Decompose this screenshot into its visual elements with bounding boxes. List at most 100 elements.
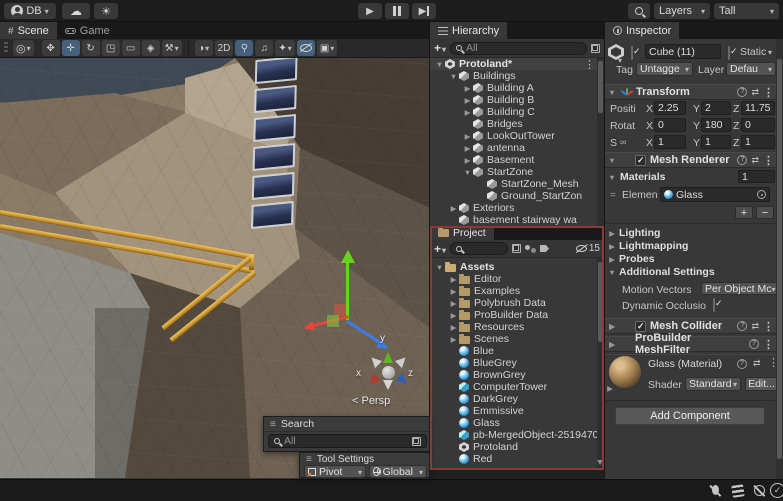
- tool-settings-header[interactable]: Tool Settings: [300, 453, 429, 465]
- add-component-button[interactable]: Add Component: [615, 407, 765, 425]
- rotation-z-field[interactable]: 0: [741, 118, 775, 132]
- audio-toggle-button[interactable]: ♫: [255, 40, 273, 56]
- project-search-input[interactable]: [450, 242, 508, 255]
- active-checkbox[interactable]: [631, 46, 633, 60]
- static-checkbox[interactable]: [728, 46, 730, 60]
- transform-header[interactable]: Transform: [605, 84, 776, 100]
- play-button[interactable]: [358, 3, 382, 19]
- list-item[interactable]: BlueGrey: [430, 357, 597, 369]
- pivot-dropdown[interactable]: Pivot: [304, 465, 366, 478]
- component-enabled-checkbox[interactable]: [635, 321, 646, 332]
- expand-arrow[interactable]: [462, 108, 473, 117]
- list-item[interactable]: BrownGrey: [430, 369, 597, 381]
- hierarchy-search-input[interactable]: All: [450, 42, 587, 55]
- probuilder-meshfilter-header[interactable]: ProBuilder MeshFilter: [605, 336, 776, 352]
- kebab-menu-icon[interactable]: [584, 58, 595, 70]
- static-dropdown-arrow[interactable]: [768, 46, 772, 58]
- tree-item[interactable]: Bridges: [430, 118, 597, 130]
- expand-arrow[interactable]: [448, 311, 459, 320]
- step-button[interactable]: [412, 3, 436, 19]
- gizmo-y-axis[interactable]: [346, 262, 349, 320]
- preset-icon[interactable]: [751, 86, 759, 98]
- scrollbar-thumb[interactable]: [598, 262, 603, 342]
- rotation-x-field[interactable]: 0: [654, 118, 686, 132]
- layers-dropdown[interactable]: Layers: [654, 3, 710, 19]
- search-by-label-button[interactable]: [540, 245, 549, 252]
- rect-tool-button[interactable]: ▭: [122, 40, 140, 56]
- foldout-arrow[interactable]: [607, 173, 617, 182]
- scrollbar-thumb[interactable]: [777, 59, 782, 459]
- foldout-arrow[interactable]: [607, 268, 617, 277]
- expand-arrow[interactable]: [462, 132, 473, 141]
- mesh-renderer-header[interactable]: Mesh Renderer: [605, 152, 776, 168]
- camera-settings-button[interactable]: ▣: [317, 40, 337, 56]
- tab-scene[interactable]: Scene: [0, 22, 57, 39]
- kebab-menu-icon[interactable]: [763, 86, 774, 99]
- expand-arrow[interactable]: [462, 96, 473, 105]
- help-icon[interactable]: [737, 359, 747, 369]
- cloud-button[interactable]: [62, 3, 90, 19]
- scale-x-field[interactable]: 1: [654, 135, 686, 149]
- layer-dropdown[interactable]: Defau: [726, 62, 776, 76]
- tree-item[interactable]: Exteriors: [430, 202, 597, 214]
- kebab-menu-icon[interactable]: [763, 320, 774, 333]
- list-item[interactable]: pb-MergedObject-2519470: [430, 429, 597, 441]
- transform-tool-button[interactable]: ◈: [142, 40, 160, 56]
- pause-button[interactable]: [385, 3, 409, 19]
- edit-shader-button[interactable]: Edit...: [745, 377, 778, 391]
- custom-tool-button[interactable]: ⚒: [162, 40, 182, 56]
- expand-arrow[interactable]: [462, 84, 473, 93]
- tab-hierarchy[interactable]: Hierarchy: [430, 22, 507, 39]
- scale-y-field[interactable]: 1: [701, 135, 731, 149]
- list-item[interactable]: Blue: [430, 345, 597, 357]
- tab-inspector[interactable]: Inspector: [605, 22, 679, 39]
- progress-check-icon[interactable]: [770, 483, 783, 498]
- foldout-arrow[interactable]: [607, 88, 617, 97]
- project-scrollbar[interactable]: [597, 258, 604, 470]
- expand-arrow[interactable]: [462, 144, 473, 153]
- tree-item[interactable]: Building C: [430, 106, 597, 118]
- expand-arrow[interactable]: [448, 275, 459, 284]
- help-icon[interactable]: [737, 155, 747, 165]
- list-item[interactable]: Red: [430, 453, 597, 465]
- list-item[interactable]: Polybrush Data: [430, 297, 597, 309]
- expand-arrow[interactable]: [448, 335, 459, 344]
- expand-arrow[interactable]: [448, 323, 459, 332]
- lightmapping-section[interactable]: Lightmapping: [619, 240, 688, 252]
- help-icon[interactable]: [737, 87, 747, 97]
- list-item[interactable]: Glass: [430, 417, 597, 429]
- expand-arrow[interactable]: [448, 299, 459, 308]
- foldout-arrow[interactable]: [607, 340, 617, 349]
- materials-count-field[interactable]: 1: [738, 170, 775, 183]
- tree-item[interactable]: antenna: [430, 142, 597, 154]
- add-material-button[interactable]: +: [735, 206, 753, 219]
- tree-item[interactable]: Buildings: [430, 70, 597, 82]
- scene-viewport[interactable]: x y z < Persp: [0, 58, 430, 478]
- pick-icon[interactable]: [512, 244, 521, 253]
- scale-z-field[interactable]: 1: [741, 135, 775, 149]
- expand-arrow[interactable]: [434, 263, 445, 272]
- tree-item[interactable]: Protoland*: [430, 58, 597, 70]
- probes-section[interactable]: Probes: [619, 253, 655, 265]
- component-enabled-checkbox[interactable]: [635, 155, 646, 166]
- hierarchy-scrollbar[interactable]: [597, 58, 604, 226]
- preset-icon[interactable]: [751, 320, 759, 332]
- tab-game[interactable]: Game: [57, 22, 118, 39]
- effects-toggle-button[interactable]: ✦: [275, 40, 294, 56]
- position-x-field[interactable]: 2.25: [654, 101, 686, 115]
- expand-arrow[interactable]: [448, 72, 459, 81]
- position-z-field[interactable]: 11.75: [741, 101, 775, 115]
- 2d-mode-button[interactable]: 2D: [215, 40, 234, 56]
- scroll-down-arrow[interactable]: [597, 460, 603, 465]
- dynamic-occlusion-checkbox[interactable]: [713, 298, 715, 312]
- drag-handle-icon[interactable]: [306, 453, 312, 465]
- expand-arrow[interactable]: [462, 156, 473, 165]
- foldout-arrow[interactable]: [607, 322, 617, 331]
- debugger-disabled-icon[interactable]: [708, 483, 723, 498]
- tree-item[interactable]: Ground_StartZon: [430, 190, 597, 202]
- list-item[interactable]: Protoland: [430, 441, 597, 453]
- hidden-count-button[interactable]: 15: [576, 243, 600, 254]
- gizmo-plane-handle[interactable]: [327, 315, 339, 327]
- tree-item[interactable]: StartZone: [430, 166, 597, 178]
- layout-dropdown[interactable]: Tall: [714, 3, 779, 19]
